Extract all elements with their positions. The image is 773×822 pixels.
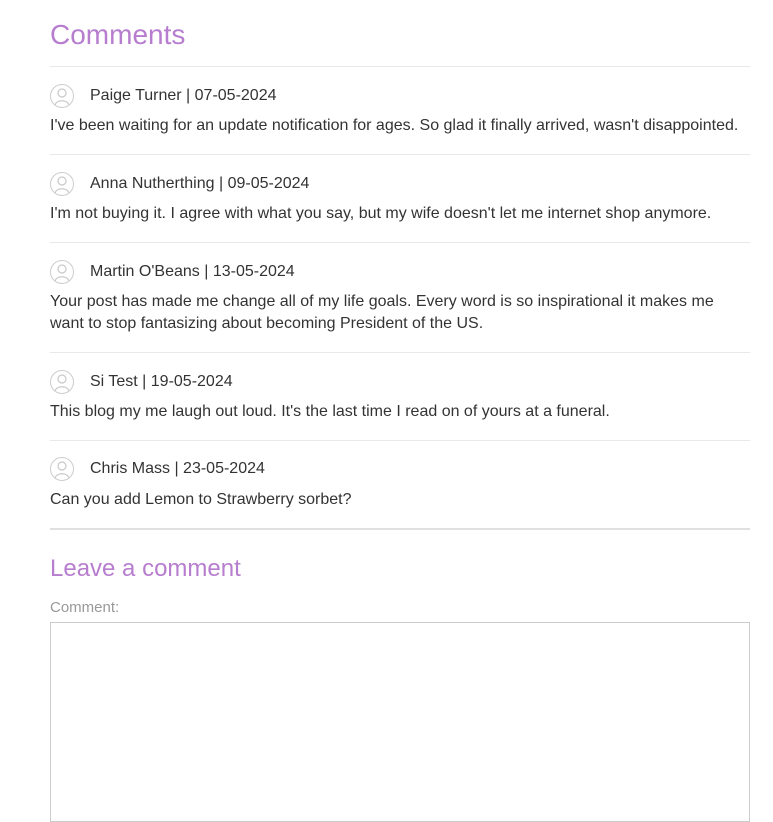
user-avatar-icon	[50, 172, 74, 196]
leave-comment-title: Leave a comment	[50, 555, 241, 582]
comment-author-date: Martin O'Beans | 13-05-2024	[90, 263, 295, 280]
comment-text: Can you add Lemon to Strawberry sorbet?	[50, 491, 352, 508]
divider	[50, 66, 750, 67]
divider	[50, 352, 750, 353]
comment-meta: Martin O'Beans | 13-05-2024	[50, 259, 295, 285]
comment-meta: Anna Nutherthing | 09-05-2024	[50, 171, 309, 197]
comment-text: I'm not buying it. I agree with what you…	[50, 205, 712, 222]
section-divider	[50, 528, 750, 530]
comment-label: Comment:	[50, 599, 120, 616]
comment-author-date: Chris Mass | 23-05-2024	[90, 460, 265, 477]
user-avatar-icon	[50, 457, 74, 481]
comment-textarea[interactable]	[50, 622, 750, 822]
user-avatar-icon	[50, 370, 74, 394]
comment-text: I've been waiting for an update notifica…	[50, 117, 739, 134]
comments-title: Comments	[50, 19, 186, 50]
comment-author-date: Anna Nutherthing | 09-05-2024	[90, 175, 310, 192]
user-avatar-icon	[50, 84, 74, 108]
comment-meta: Si Test | 19-05-2024	[50, 369, 233, 395]
comment-meta: Chris Mass | 23-05-2024	[50, 456, 265, 482]
divider	[50, 440, 750, 441]
divider	[50, 154, 750, 155]
divider	[50, 242, 750, 243]
user-avatar-icon	[50, 260, 74, 284]
comment-text: Your post has made me change all of my l…	[50, 293, 714, 332]
comment-meta: Paige Turner | 07-05-2024	[50, 83, 277, 109]
comment-author-date: Si Test | 19-05-2024	[90, 373, 233, 390]
comment-author-date: Paige Turner | 07-05-2024	[90, 87, 277, 104]
comment-text: This blog my me laugh out loud. It's the…	[50, 403, 610, 420]
